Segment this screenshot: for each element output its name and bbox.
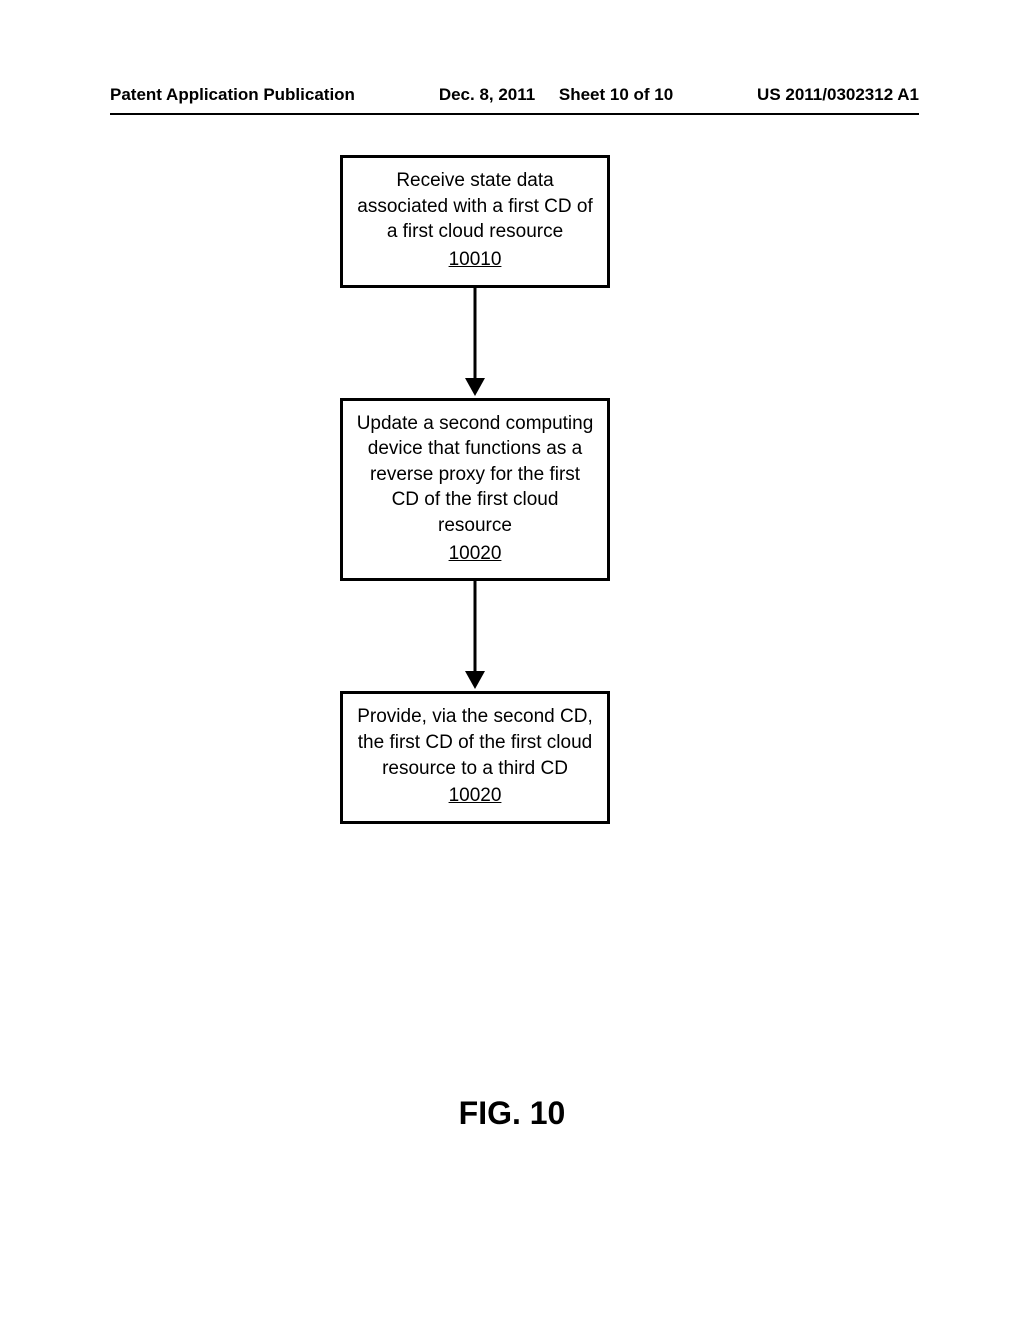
flow-box-2-text: Update a second computing device that fu… (357, 413, 594, 537)
header-rule (110, 113, 919, 115)
page-header: Patent Application Publication Dec. 8, 2… (110, 85, 919, 105)
arrow-down-icon (460, 581, 490, 691)
flow-box-1-ref: 10010 (355, 247, 595, 273)
arrow-2 (340, 581, 610, 691)
arrow-1 (340, 288, 610, 398)
publication-label: Patent Application Publication (110, 85, 355, 105)
figure-label: FIG. 10 (0, 1095, 1024, 1132)
sheet-info-group: Dec. 8, 2011 Sheet 10 of 10 (355, 85, 757, 105)
publication-date: Dec. 8, 2011 (439, 85, 535, 104)
flow-box-3-ref: 10020 (355, 783, 595, 809)
publication-number: US 2011/0302312 A1 (757, 85, 919, 105)
arrow-down-icon (460, 288, 490, 398)
flow-box-1-text: Receive state data associated with a fir… (357, 170, 592, 242)
flowchart: Receive state data associated with a fir… (340, 155, 610, 824)
sheet-info: Sheet 10 of 10 (559, 85, 673, 104)
flow-box-1: Receive state data associated with a fir… (340, 155, 610, 288)
flow-box-2: Update a second computing device that fu… (340, 398, 610, 582)
flow-box-3-text: Provide, via the second CD, the first CD… (357, 706, 593, 778)
flow-box-3: Provide, via the second CD, the first CD… (340, 691, 610, 824)
flow-box-2-ref: 10020 (355, 541, 595, 567)
